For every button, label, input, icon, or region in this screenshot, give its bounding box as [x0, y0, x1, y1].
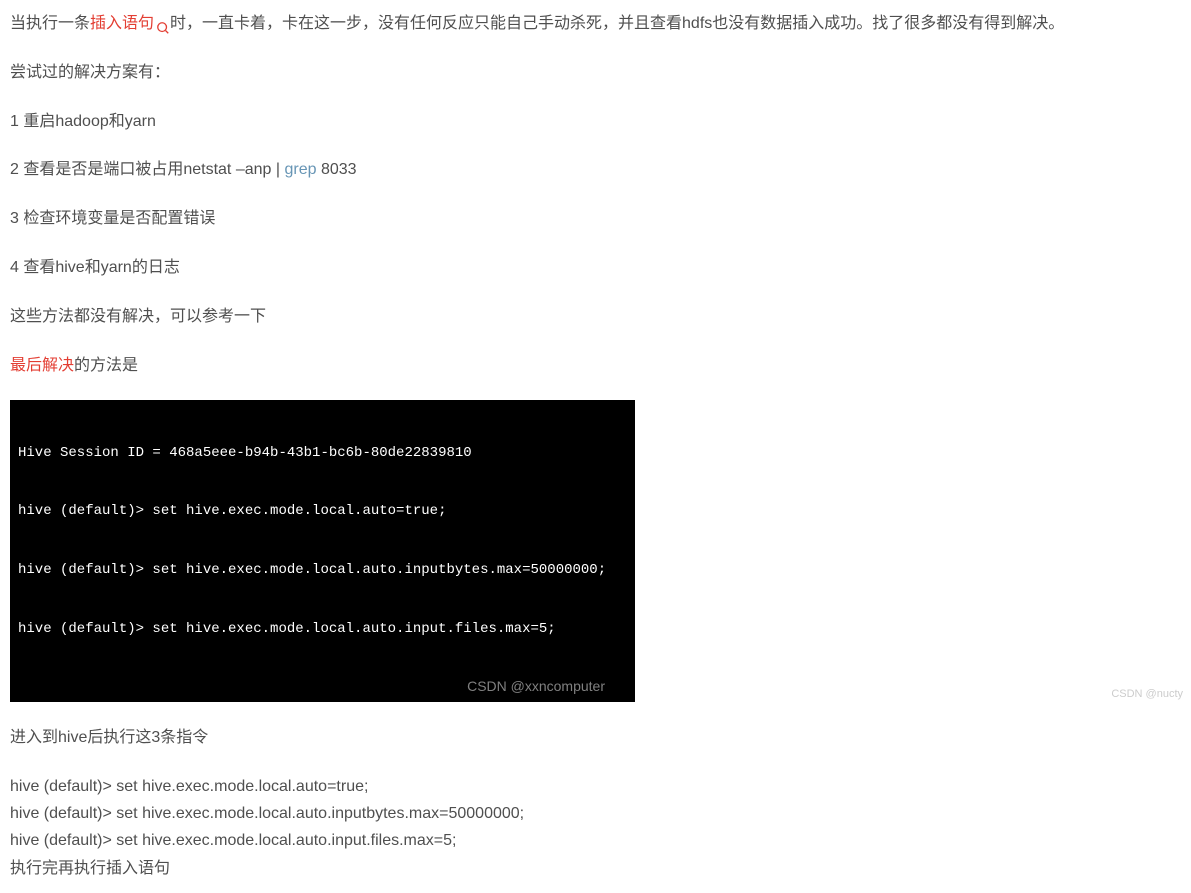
- tried-item-2-prefix: 2 查看是否是端口被占用netstat –anp |: [10, 161, 284, 178]
- solution-suffix: 的方法是: [74, 357, 138, 374]
- terminal-screenshot: Hive Session ID = 468a5eee-b94b-43b1-bc6…: [10, 400, 635, 702]
- terminal-line-1: Hive Session ID = 468a5eee-b94b-43b1-bc6…: [18, 444, 627, 464]
- tried-item-3: 3 检查环境变量是否配置错误: [10, 205, 1181, 234]
- final-paragraph: 执行完再执行插入语句: [10, 855, 1181, 884]
- command-line-2: hive (default)> set hive.exec.mode.local…: [10, 800, 1181, 827]
- tried-heading: 尝试过的解决方案有：: [10, 59, 1181, 88]
- page-watermark: CSDN @nucty: [1111, 685, 1183, 705]
- terminal-line-2: hive (default)> set hive.exec.mode.local…: [18, 502, 627, 522]
- terminal-watermark: CSDN @xxncomputer: [467, 677, 605, 697]
- solution-highlight: 最后解决: [10, 357, 74, 374]
- search-icon: [156, 17, 170, 31]
- solution-paragraph: 最后解决的方法是: [10, 352, 1181, 381]
- tried-item-1: 1 重启hadoop和yarn: [10, 108, 1181, 137]
- command-line-3: hive (default)> set hive.exec.mode.local…: [10, 827, 1181, 854]
- article-content: 当执行一条插入语句时，一直卡着，卡在这一步，没有任何反应只能自己手动杀死，并且查…: [10, 10, 1181, 883]
- tried-item-2: 2 查看是否是端口被占用netstat –anp | grep 8033: [10, 156, 1181, 185]
- after-terminal: 进入到hive后执行这3条指令: [10, 724, 1181, 753]
- tried-item-2-suffix: 8033: [317, 161, 357, 178]
- tried-item-4: 4 查看hive和yarn的日志: [10, 254, 1181, 283]
- terminal-line-4: hive (default)> set hive.exec.mode.local…: [18, 620, 627, 640]
- command-line-1: hive (default)> set hive.exec.mode.local…: [10, 773, 1181, 800]
- intro-suffix: 时，一直卡着，卡在这一步，没有任何反应只能自己手动杀死，并且查看hdfs也没有数…: [170, 15, 1064, 32]
- intro-prefix: 当执行一条: [10, 15, 90, 32]
- intro-paragraph: 当执行一条插入语句时，一直卡着，卡在这一步，没有任何反应只能自己手动杀死，并且查…: [10, 10, 1181, 39]
- insert-statement-link[interactable]: 插入语句: [90, 15, 170, 32]
- commands-block: hive (default)> set hive.exec.mode.local…: [10, 773, 1181, 855]
- terminal-line-3: hive (default)> set hive.exec.mode.local…: [18, 561, 627, 581]
- tried-footer: 这些方法都没有解决，可以参考一下: [10, 303, 1181, 332]
- grep-link[interactable]: grep: [284, 161, 316, 178]
